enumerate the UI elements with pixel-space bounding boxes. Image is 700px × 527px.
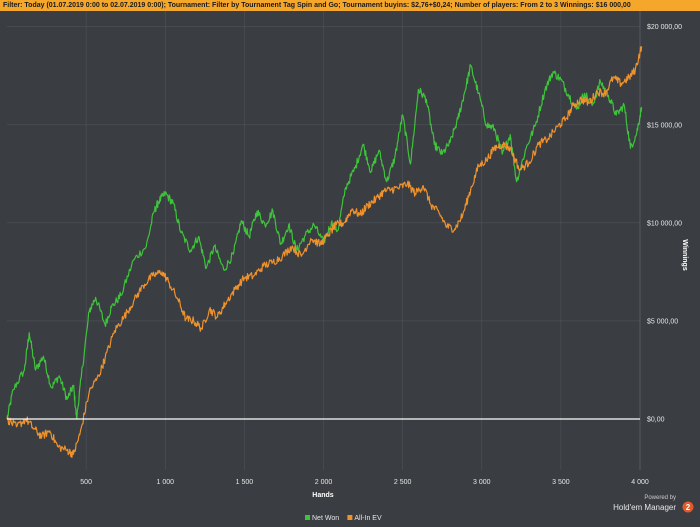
legend-swatch (347, 515, 353, 520)
x-axis-title: Hands (312, 492, 334, 499)
y-tick-label: $15 000,00 (647, 122, 682, 129)
legend-swatch (305, 515, 310, 520)
x-tick-label: 1 000 (156, 479, 174, 486)
brand-name: Hold'em Manager (613, 503, 676, 512)
x-tick-label: 2 000 (315, 479, 333, 486)
x-tick-label: 2 500 (394, 479, 412, 486)
x-tick-label: 3 500 (552, 479, 570, 486)
winnings-graph: 500 1 000 1 500 2 000 2 500 3 000 3 500 4 000 $0… (6, 11, 694, 522)
powered-by-text: Powered by (644, 495, 676, 501)
x-tick-label: 4 000 (631, 479, 649, 486)
filter-text: Today (01.07.2019 0:00 to 02.07.2019 0:0… (24, 2, 631, 9)
y-tick-label: $5 000,00 (647, 318, 678, 325)
y-tick-label: $20 000,00 (647, 24, 682, 31)
filter-bar: Filter: Today (01.07.2019 0:00 to 02.07.… (0, 0, 700, 11)
brand-footer: Powered by Hold'em Manager 2 (613, 495, 694, 513)
filter-label: Filter: (3, 2, 23, 9)
x-tick-label: 3 000 (473, 479, 491, 486)
legend[interactable]: Net Won All-In EV (305, 515, 382, 522)
y-tick-label: $0,00 (647, 417, 665, 424)
legend-label[interactable]: All-In EV (354, 515, 382, 522)
y-tick-label: $10 000,00 (647, 220, 682, 227)
y-axis-title: Winnings (681, 239, 688, 271)
legend-label[interactable]: Net Won (312, 515, 339, 522)
x-tick-label: 500 (80, 479, 92, 486)
brand-logo-number: 2 (686, 503, 691, 512)
x-tick-label: 1 500 (236, 479, 254, 486)
